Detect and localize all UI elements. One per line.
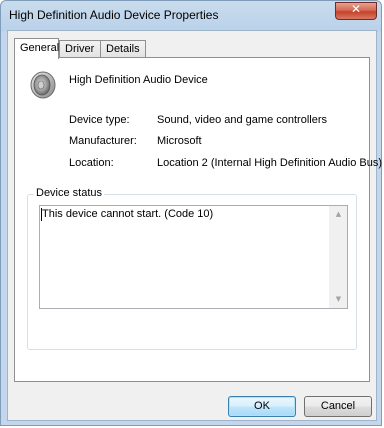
tab-driver[interactable]: Driver: [59, 40, 101, 57]
device-type-value: Sound, video and game controllers: [157, 114, 327, 126]
device-status-text: This device cannot start. (Code 10): [42, 208, 214, 220]
tab-general[interactable]: General: [14, 38, 59, 59]
location-value: Location 2 (Internal High Definition Aud…: [157, 157, 383, 169]
general-tab-panel: High Definition Audio Device Device type…: [14, 57, 382, 382]
properties-dialog: High Definition Audio Device Properties …: [0, 0, 382, 426]
cancel-button[interactable]: Cancel: [304, 396, 372, 417]
manufacturer-label: Manufacturer:: [69, 135, 137, 147]
device-status-group: Device status This device cannot start. …: [27, 187, 357, 350]
dialog-client-area: General Driver Details High Definition A…: [7, 30, 382, 421]
speaker-icon: [30, 71, 56, 99]
device-status-textbox[interactable]: This device cannot start. (Code 10) ▲ ▼: [39, 205, 348, 309]
close-button[interactable]: ✕: [335, 2, 377, 20]
title-bar[interactable]: High Definition Audio Device Properties …: [1, 1, 381, 29]
ok-button[interactable]: OK: [228, 396, 296, 417]
device-type-label: Device type:: [69, 114, 130, 126]
tab-details[interactable]: Details: [100, 40, 146, 57]
window-title: High Definition Audio Device Properties: [9, 8, 219, 22]
vertical-scrollbar[interactable]: ▲ ▼: [329, 206, 347, 308]
close-icon: ✕: [350, 2, 362, 16]
location-label: Location:: [69, 157, 114, 169]
manufacturer-value: Microsoft: [157, 135, 202, 147]
device-status-label: Device status: [34, 187, 105, 199]
scroll-down-arrow-icon[interactable]: ▼: [330, 291, 347, 308]
scroll-up-arrow-icon[interactable]: ▲: [330, 206, 347, 223]
device-name: High Definition Audio Device: [69, 74, 208, 86]
